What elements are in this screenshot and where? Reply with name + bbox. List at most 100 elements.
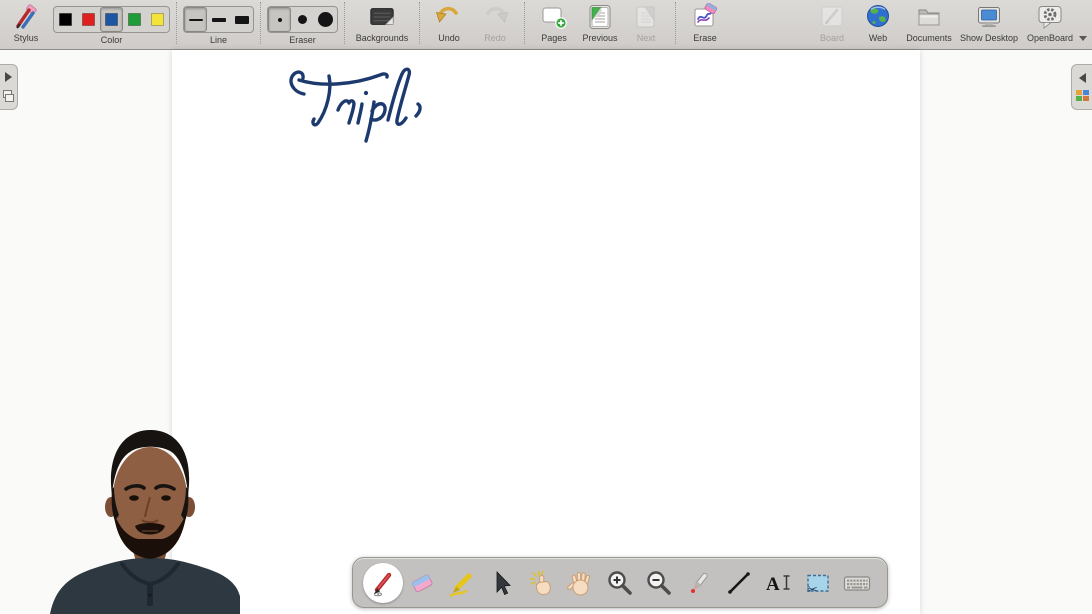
toolbar-separator <box>260 2 261 44</box>
line-label: Line <box>210 35 227 45</box>
marker-icon <box>447 568 477 598</box>
interact-tool-button[interactable] <box>521 562 561 604</box>
web-mode-button[interactable]: Web <box>855 0 901 49</box>
show-desktop-icon <box>975 3 1003 31</box>
backgrounds-button[interactable]: Backgrounds <box>351 0 413 49</box>
next-page-label: Next <box>637 33 656 43</box>
web-mode-label: Web <box>869 33 887 43</box>
color-swatch-yellow[interactable] <box>146 7 169 32</box>
openboard-gear-icon <box>1036 3 1064 31</box>
redo-label: Redo <box>484 33 506 43</box>
eraser-small-option[interactable] <box>268 7 291 32</box>
zoom-out-tool-button[interactable] <box>640 562 680 604</box>
eraser-medium-option[interactable] <box>291 7 314 32</box>
pages-palette-icon <box>3 90 14 102</box>
erase-page-icon <box>691 3 719 31</box>
presenter-webcam-overlay <box>50 425 240 614</box>
line-width-row <box>183 6 254 33</box>
stylus-button[interactable]: Stylus <box>3 0 49 49</box>
toolbar-separator <box>675 2 676 44</box>
openboard-menu-button[interactable]: OpenBoard <box>1021 0 1079 49</box>
text-tool-icon: A <box>763 568 793 598</box>
undo-label: Undo <box>438 33 460 43</box>
zoom-in-icon <box>605 568 635 598</box>
color-group: Color <box>53 0 170 49</box>
show-desktop-button[interactable]: Show Desktop <box>957 0 1021 49</box>
pages-label: Pages <box>541 33 567 43</box>
line-thick-option[interactable] <box>230 7 253 32</box>
pen-tool-button[interactable] <box>363 563 403 603</box>
expand-right-icon <box>5 72 12 82</box>
board-mode-button[interactable]: Board <box>809 0 855 49</box>
eraser-size-group: Eraser <box>267 0 338 49</box>
color-swatch-green[interactable] <box>123 7 146 32</box>
eraser-size-row <box>267 6 338 33</box>
documents-label: Documents <box>906 33 952 43</box>
open-hand-icon <box>565 568 595 598</box>
arrow-cursor-icon <box>486 568 516 598</box>
previous-page-label: Previous <box>582 33 617 43</box>
board-mode-label: Board <box>820 33 844 43</box>
svg-text:A: A <box>766 574 780 595</box>
color-swatch-row <box>53 6 170 33</box>
laser-pointer-icon <box>684 568 714 598</box>
backgrounds-icon <box>368 3 396 31</box>
openboard-menu-label: OpenBoard <box>1027 33 1073 43</box>
line-tool-button[interactable] <box>719 562 759 604</box>
line-group: Line <box>183 0 254 49</box>
eraser-tool-button[interactable] <box>403 562 443 604</box>
undo-button[interactable]: Undo <box>426 0 472 49</box>
virtual-keyboard-button[interactable] <box>837 562 877 604</box>
toolbar-spacer <box>728 0 809 49</box>
left-palette-tab[interactable] <box>0 64 18 110</box>
top-toolbar: Stylus Color <box>0 0 1092 50</box>
documents-button[interactable]: Documents <box>901 0 957 49</box>
next-page-icon <box>632 3 660 31</box>
color-swatch-black[interactable] <box>54 7 77 32</box>
toolbar-separator <box>176 2 177 44</box>
keyboard-icon <box>842 568 872 598</box>
line-thin-option[interactable] <box>184 7 207 32</box>
expand-left-icon <box>1079 73 1086 83</box>
next-page-button[interactable]: Next <box>623 0 669 49</box>
line-icon <box>724 568 754 598</box>
previous-page-button[interactable]: Previous <box>577 0 623 49</box>
zoom-out-icon <box>644 568 674 598</box>
pages-button[interactable]: Pages <box>531 0 577 49</box>
pan-tool-button[interactable] <box>561 562 601 604</box>
erase-page-button[interactable]: Erase <box>682 0 728 49</box>
pen-icon <box>368 568 398 598</box>
toolbar-separator <box>419 2 420 44</box>
redo-button[interactable]: Redo <box>472 0 518 49</box>
toolbar-separator <box>344 2 345 44</box>
marker-tool-button[interactable] <box>442 562 482 604</box>
web-globe-icon <box>864 3 892 31</box>
capture-scissors-icon: ✂ <box>803 568 833 598</box>
text-tool-button[interactable]: A <box>758 562 798 604</box>
laser-pointer-tool-button[interactable] <box>679 562 719 604</box>
eraser-label: Eraser <box>289 35 316 45</box>
line-medium-option[interactable] <box>207 7 230 32</box>
stylus-icon <box>12 3 40 31</box>
pages-add-icon <box>540 3 568 31</box>
openboard-dropdown-chevron-icon[interactable] <box>1079 36 1087 41</box>
backgrounds-label: Backgrounds <box>356 33 409 43</box>
erase-page-label: Erase <box>693 33 717 43</box>
stylus-label: Stylus <box>14 33 39 43</box>
selector-tool-button[interactable] <box>482 562 522 604</box>
board-mode-icon <box>818 3 846 31</box>
previous-page-icon <box>586 3 614 31</box>
capture-tool-button[interactable]: ✂ <box>798 562 838 604</box>
handwritten-ink-tripl <box>285 60 430 148</box>
eraser-icon <box>407 568 437 598</box>
undo-icon <box>435 3 463 31</box>
openboard-app: Stylus Color <box>0 0 1092 614</box>
zoom-in-tool-button[interactable] <box>600 562 640 604</box>
svg-text:✂: ✂ <box>807 583 818 598</box>
color-swatch-blue[interactable] <box>100 7 123 32</box>
color-label: Color <box>101 35 123 45</box>
eraser-large-option[interactable] <box>314 7 337 32</box>
tool-dock: A ✂ <box>352 557 888 608</box>
color-swatch-red[interactable] <box>77 7 100 32</box>
right-library-tab[interactable] <box>1071 64 1092 110</box>
